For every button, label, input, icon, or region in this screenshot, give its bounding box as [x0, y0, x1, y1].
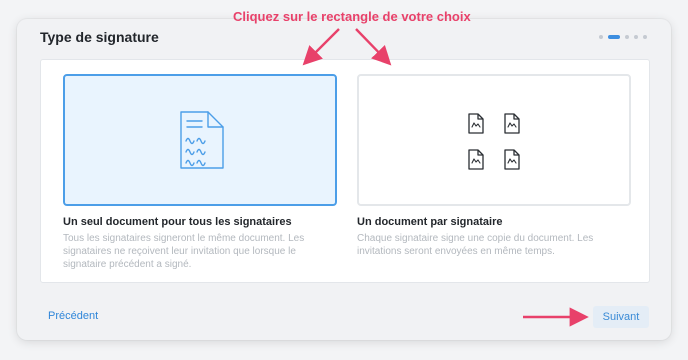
arrow-to-single-document: [302, 28, 340, 66]
annotation-arrows: [302, 28, 589, 327]
arrow-to-document-per-signer: [355, 28, 392, 66]
